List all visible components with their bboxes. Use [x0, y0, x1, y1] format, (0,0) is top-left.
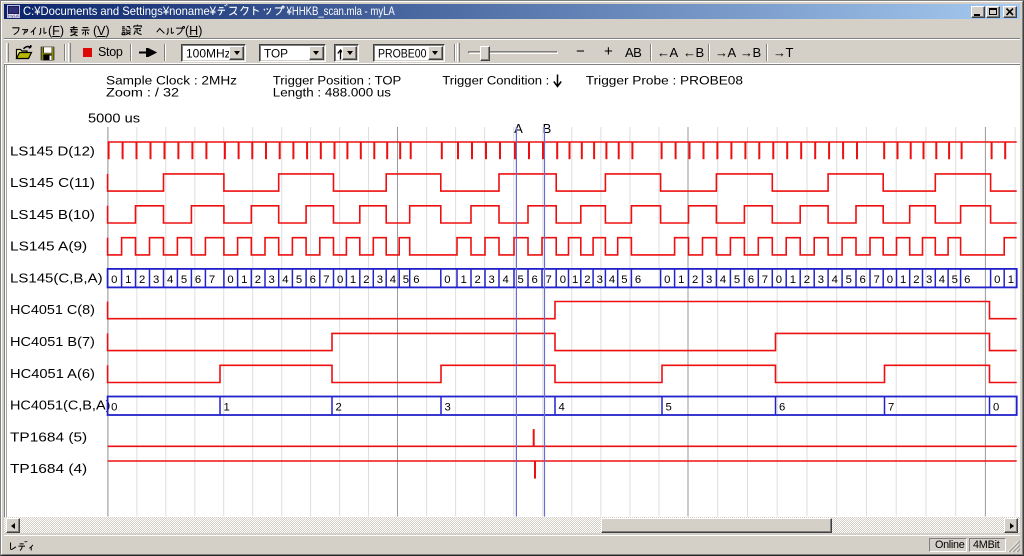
svg-text:2: 2 [804, 274, 810, 286]
svg-text:0: 0 [111, 402, 117, 414]
svg-text:2: 2 [692, 274, 698, 286]
svg-text:0: 0 [444, 274, 450, 286]
svg-text:0: 0 [560, 274, 566, 286]
svg-text:LS145 A(9): LS145 A(9) [10, 239, 87, 254]
svg-text:4: 4 [609, 274, 615, 286]
svg-text:HC4051 C(8): HC4051 C(8) [10, 302, 95, 317]
svg-text:6: 6 [964, 274, 970, 286]
svg-text:2: 2 [336, 402, 342, 414]
svg-text:LS145(C,B,A): LS145(C,B,A) [10, 271, 103, 286]
svg-text:1: 1 [572, 274, 578, 286]
svg-text:7: 7 [874, 274, 880, 286]
svg-text:6: 6 [748, 274, 754, 286]
svg-text:Trigger Condition :: Trigger Condition : [442, 74, 549, 88]
svg-text:HC4051 A(6): HC4051 A(6) [10, 366, 95, 381]
svg-text:2: 2 [363, 274, 369, 286]
svg-text:7: 7 [209, 274, 215, 286]
svg-text:A: A [514, 121, 523, 136]
svg-text:HC4051 B(7): HC4051 B(7) [10, 334, 95, 349]
svg-text:5: 5 [621, 274, 627, 286]
svg-text:4: 4 [832, 274, 838, 286]
svg-text:7: 7 [888, 402, 894, 414]
svg-text:3: 3 [153, 274, 159, 286]
svg-text:7: 7 [762, 274, 768, 286]
svg-text:1: 1 [125, 274, 131, 286]
svg-text:6: 6 [310, 274, 316, 286]
svg-text:4: 4 [559, 402, 565, 414]
svg-text:2: 2 [139, 274, 145, 286]
svg-text:5: 5 [296, 274, 302, 286]
svg-text:3: 3 [597, 274, 603, 286]
svg-text:LS145 C(11): LS145 C(11) [10, 175, 95, 190]
svg-text:6: 6 [532, 274, 538, 286]
svg-text:TP1684 (4): TP1684 (4) [10, 461, 87, 476]
svg-text:2: 2 [475, 274, 481, 286]
svg-text:7: 7 [546, 274, 552, 286]
svg-text:0: 0 [111, 274, 117, 286]
svg-text:4: 4 [282, 274, 288, 286]
svg-text:0: 0 [337, 274, 343, 286]
svg-text:0: 0 [887, 274, 893, 286]
svg-text:0: 0 [227, 274, 233, 286]
svg-text:0: 0 [664, 274, 670, 286]
svg-text:5: 5 [952, 274, 958, 286]
svg-text:1: 1 [241, 274, 247, 286]
svg-text:TP1684 (5): TP1684 (5) [10, 429, 87, 444]
svg-text:Zoom : / 32: Zoom : / 32 [106, 86, 179, 100]
svg-text:0: 0 [993, 402, 999, 414]
svg-text:1: 1 [224, 402, 230, 414]
svg-text:0: 0 [776, 274, 782, 286]
svg-text:5: 5 [518, 274, 524, 286]
svg-text:5: 5 [846, 274, 852, 286]
svg-text:2: 2 [255, 274, 261, 286]
svg-text:0: 0 [994, 274, 1000, 286]
svg-text:4: 4 [503, 274, 509, 286]
svg-text:5: 5 [734, 274, 740, 286]
svg-text:2: 2 [584, 274, 590, 286]
svg-text:1: 1 [461, 274, 467, 286]
svg-text:Length : 488.000 us: Length : 488.000 us [273, 86, 391, 100]
svg-text:5000 us: 5000 us [88, 112, 140, 126]
svg-text:3: 3 [377, 274, 383, 286]
svg-text:3: 3 [269, 274, 275, 286]
svg-text:Trigger Probe : PROBE08: Trigger Probe : PROBE08 [586, 74, 743, 88]
svg-text:1: 1 [350, 274, 356, 286]
svg-text:4: 4 [720, 274, 726, 286]
svg-text:3: 3 [445, 402, 451, 414]
svg-text:6: 6 [779, 402, 785, 414]
svg-text:LS145 B(10): LS145 B(10) [10, 207, 95, 222]
svg-text:6: 6 [195, 274, 201, 286]
svg-text:4: 4 [390, 274, 396, 286]
svg-text:1: 1 [678, 274, 684, 286]
svg-text:3: 3 [818, 274, 824, 286]
svg-text:4: 4 [167, 274, 173, 286]
svg-text:3: 3 [489, 274, 495, 286]
svg-text:5: 5 [403, 274, 409, 286]
svg-text:3: 3 [926, 274, 932, 286]
svg-text:LS145 D(12): LS145 D(12) [10, 143, 95, 158]
svg-text:7: 7 [323, 274, 329, 286]
svg-text:5: 5 [666, 402, 672, 414]
svg-text:5: 5 [181, 274, 187, 286]
svg-text:4: 4 [939, 274, 945, 286]
svg-text:HC4051(C,B,A): HC4051(C,B,A) [10, 398, 110, 413]
svg-text:3: 3 [706, 274, 712, 286]
svg-text:6: 6 [635, 274, 641, 286]
svg-text:2: 2 [913, 274, 919, 286]
svg-text:6: 6 [413, 274, 419, 286]
svg-text:1: 1 [790, 274, 796, 286]
svg-text:6: 6 [860, 274, 866, 286]
svg-text:1: 1 [900, 274, 906, 286]
svg-text:1: 1 [1008, 274, 1014, 286]
